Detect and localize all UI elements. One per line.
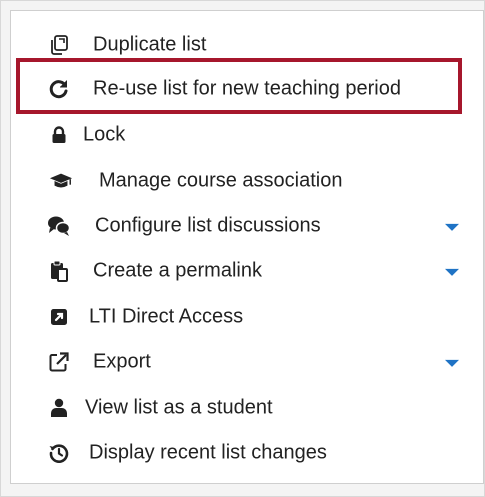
comments-icon: [47, 214, 71, 238]
menu-item-reuse-list[interactable]: Re-use list for new teaching period: [11, 67, 483, 111]
menu-item-manage-course-association[interactable]: Manage course association: [11, 159, 483, 203]
history-icon: [47, 441, 71, 465]
menu-item-label: Export: [93, 350, 151, 373]
menu-item-label: View list as a student: [85, 396, 273, 419]
menu-item-display-recent-changes[interactable]: Display recent list changes: [11, 431, 483, 475]
graduation-cap-icon: [49, 169, 73, 193]
paste-icon: [47, 259, 71, 283]
menu-item-label: Lock: [83, 123, 126, 146]
menu-item-label: Create a permalink: [93, 259, 262, 282]
lock-icon: [47, 123, 71, 147]
chevron-down-icon[interactable]: [445, 359, 459, 367]
menu-item-label: LTI Direct Access: [89, 305, 244, 328]
menu-item-view-as-student[interactable]: View list as a student: [11, 386, 483, 430]
copy-icon: [47, 33, 71, 57]
menu-item-duplicate-list[interactable]: Duplicate list: [11, 23, 483, 67]
menu-item-label: Display recent list changes: [89, 441, 327, 464]
external-link-square-icon: [47, 305, 71, 329]
list-actions-menu: Duplicate list Re-use list for new teach…: [10, 10, 484, 484]
menu-item-lock[interactable]: Lock: [11, 113, 483, 157]
menu-item-create-permalink[interactable]: Create a permalink: [11, 249, 483, 293]
user-icon: [47, 396, 71, 420]
menu-item-configure-list-discussions[interactable]: Configure list discussions: [11, 204, 483, 248]
chevron-down-icon[interactable]: [445, 223, 459, 231]
menu-item-label: Duplicate list: [93, 33, 207, 56]
menu-item-label: Re-use list for new teaching period: [93, 77, 401, 100]
refresh-icon: [47, 77, 71, 101]
chevron-down-icon[interactable]: [445, 268, 459, 276]
menu-item-lti-direct-access[interactable]: LTI Direct Access: [11, 295, 483, 339]
export-icon: [47, 350, 71, 374]
menu-item-export[interactable]: Export: [11, 340, 483, 384]
menu-item-label: Manage course association: [99, 169, 343, 192]
menu-item-label: Configure list discussions: [95, 214, 321, 237]
